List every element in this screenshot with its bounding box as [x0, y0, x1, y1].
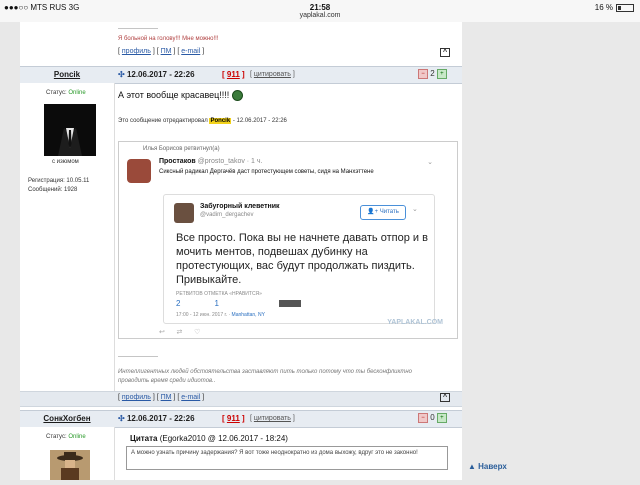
- post-links: [ профиль ] [ ПМ ] [ e-mail ]: [118, 48, 205, 55]
- vote-down-button[interactable]: −: [418, 69, 428, 79]
- tweet-timestamp: 17:00 - 12 июн. 2017 г. · Manhattan, NY: [176, 312, 265, 318]
- tweet-author: Простаков @prosto_takov · 1 ч.: [159, 158, 263, 165]
- cowboy-figure-icon: [50, 450, 90, 480]
- author-status: Статус: Online: [46, 90, 86, 96]
- avatar[interactable]: [50, 450, 90, 480]
- rating: − 2 +: [418, 69, 447, 79]
- vote-up-button[interactable]: +: [436, 69, 447, 79]
- battery-indicator: 16 %: [595, 3, 634, 12]
- smiley-icon: [231, 90, 243, 102]
- edited-note: Это сообщение отредактировал Poncik - 12…: [118, 118, 287, 124]
- watermark: YAPLAKAL.COM: [387, 319, 443, 326]
- back-to-top-link[interactable]: ▲ Наверх: [468, 462, 507, 471]
- post-footer: [20, 391, 462, 407]
- avatar-caption: с изюмом: [52, 159, 79, 165]
- author-name[interactable]: Poncik: [20, 70, 114, 79]
- scroll-up-button[interactable]: ^: [440, 48, 451, 57]
- signature-text: Интеллигентных людей обстоятельства заст…: [118, 369, 413, 384]
- person-add-icon: 👤+: [367, 209, 379, 215]
- link-icon: ✣: [118, 414, 125, 423]
- suit-figure-icon: [44, 104, 96, 156]
- post-date: ✣ 12.06.2017 - 22:26: [118, 70, 195, 79]
- right-gutter: [462, 22, 640, 480]
- quoted-tweet-handle: @vadim_dergachev: [200, 212, 254, 218]
- quoted-tweet: Забугорный клеветник @vadim_dergachev 👤+…: [163, 194, 435, 324]
- post-number[interactable]: [ 911 ]: [222, 414, 245, 423]
- signature-text: Я больной на голову!!! Мне можно!!!: [118, 36, 219, 42]
- rating-value: 0: [430, 413, 435, 423]
- quote-title: Цитата (Egorka2010 @ 12.06.2017 - 18:24): [130, 434, 288, 443]
- chevron-down-icon: ⌄: [412, 206, 418, 213]
- post-date: ✣ 12.06.2017 - 22:26: [118, 414, 195, 423]
- quoted-tweet-author: Забугорный клеветник: [200, 203, 280, 210]
- vote-up-button[interactable]: +: [436, 413, 447, 423]
- retweet-note: Илья Борисов ретвитнул(а): [143, 146, 220, 152]
- signature-separator: --------------------: [118, 26, 158, 32]
- clock: 21:58: [309, 3, 331, 12]
- quoted-tweet-text: Все просто. Пока вы не начнете давать от…: [176, 232, 428, 286]
- tweet-actions-icons: ↩ ⇄ ♡: [159, 329, 201, 336]
- link-icon: ✣: [118, 70, 125, 79]
- tweet-text: Сиксный радикал Дергачёв даст протестующ…: [159, 169, 374, 175]
- url-bar[interactable]: yaplakal.com: [0, 12, 640, 19]
- author-meta: Регистрация: 10.05.11 Сообщений: 1928: [28, 178, 90, 193]
- post-links: [ профиль ] [ ПМ ] [ e-mail ]: [118, 394, 205, 401]
- pm-link[interactable]: ПМ: [161, 48, 172, 55]
- tweet-stats: 21: [176, 299, 301, 308]
- embedded-tweet-image: Илья Борисов ретвитнул(а) Простаков @pro…: [118, 141, 458, 339]
- tweet-avatar: [127, 159, 151, 183]
- post-number[interactable]: [ 911 ]: [222, 70, 245, 79]
- scroll-up-button[interactable]: ^: [440, 393, 451, 402]
- battery-icon: [616, 3, 634, 12]
- profile-link[interactable]: профиль: [122, 394, 151, 401]
- pm-link[interactable]: ПМ: [161, 394, 172, 401]
- signature-separator: --------------------: [118, 354, 158, 360]
- vote-down-button[interactable]: −: [418, 413, 428, 423]
- avatar[interactable]: [44, 104, 96, 156]
- quote-box: А можно узнать причину задержания? Я вот…: [126, 446, 448, 470]
- email-link[interactable]: e-mail: [181, 394, 200, 401]
- author-name[interactable]: СонкХогбен: [20, 414, 114, 423]
- rating: − 0 +: [418, 413, 447, 423]
- quote-button[interactable]: [ цитировать ]: [250, 415, 295, 422]
- profile-link[interactable]: профиль: [122, 48, 151, 55]
- rating-value: 2: [430, 69, 435, 79]
- quote-button[interactable]: [ цитировать ]: [250, 71, 295, 78]
- post-text: А этот вообще красавец!!!!: [118, 90, 243, 102]
- email-link[interactable]: e-mail: [181, 48, 200, 55]
- liker-avatars-icon: [278, 300, 301, 308]
- author-status: Статус: Online: [46, 434, 86, 440]
- tweet-stats-labels: РЕТВИТОВ ОТМЕТКА «НРАВИТСЯ»: [176, 291, 262, 297]
- status-bar: ●●●○○ MTS RUS 3G 21:58 yaplakal.com 16 %: [0, 0, 640, 22]
- quoted-tweet-avatar: [174, 203, 194, 223]
- follow-button: 👤+ Читать: [360, 205, 406, 220]
- chevron-down-icon: ⌄: [427, 159, 433, 166]
